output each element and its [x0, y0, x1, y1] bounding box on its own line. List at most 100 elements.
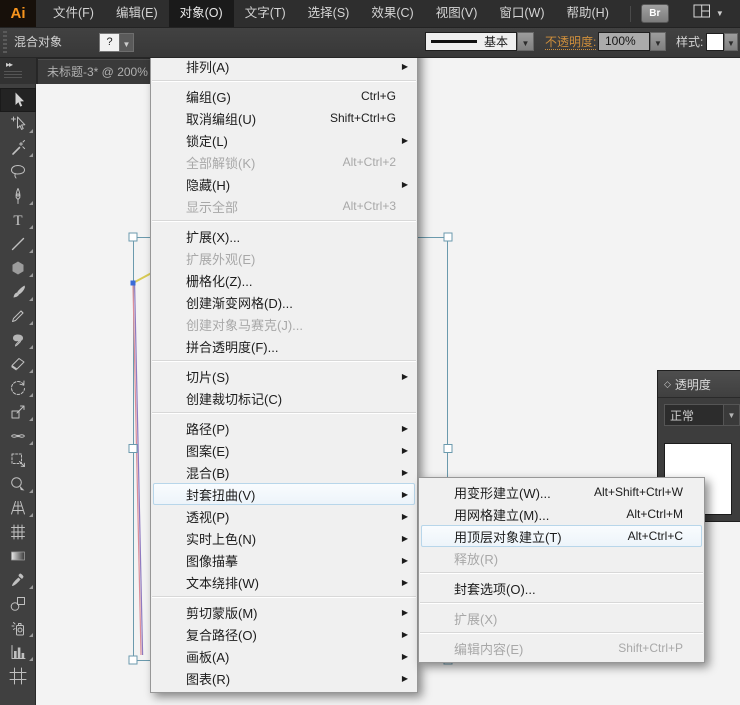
object-menu-item[interactable]: 切片(S)▶: [153, 365, 415, 387]
shape-builder-tool[interactable]: [0, 472, 36, 496]
variable-width-profile-value[interactable]: ?: [99, 33, 120, 52]
object-menu-item[interactable]: 画板(A)▶: [153, 645, 415, 667]
gradient-tool[interactable]: [0, 544, 36, 568]
object-menu-item[interactable]: 剪切蒙版(M)▶: [153, 601, 415, 623]
object-menu-item[interactable]: 隐藏(H)▶: [153, 173, 415, 195]
object-menu-item[interactable]: 实时上色(N)▶: [153, 527, 415, 549]
line-segment-tool[interactable]: [0, 232, 36, 256]
scale-tool[interactable]: [0, 400, 36, 424]
paintbrush-tool[interactable]: [0, 280, 36, 304]
object-menu-item[interactable]: 图像描摹▶: [153, 549, 415, 571]
toolbar-header: ▸▸: [0, 57, 37, 84]
chevron-down-icon: ▼: [123, 40, 131, 49]
perspective-grid-tool[interactable]: [0, 496, 36, 520]
shape-tool[interactable]: [0, 256, 36, 280]
blend-mode-dropdown-button[interactable]: ▼: [723, 405, 739, 425]
menubar-item[interactable]: 视图(V): [425, 0, 489, 27]
blob-brush-tool[interactable]: [0, 328, 36, 352]
object-menu-item[interactable]: 扩展(X)...: [153, 225, 415, 247]
object-menu-items: 变换(T)▶排列(A)▶编组(G)Ctrl+G取消编组(U)Shift+Ctrl…: [151, 33, 417, 689]
flyout-indicator: [29, 153, 33, 157]
style-dropdown-button[interactable]: ▼: [724, 33, 738, 51]
bridge-button[interactable]: Br: [641, 4, 669, 23]
document-tab[interactable]: 未标题-3* @ 200%: [38, 59, 150, 84]
menu-item-label: 混合(B): [186, 463, 229, 482]
column-graph-tool[interactable]: [0, 640, 36, 664]
direct-selection-icon: [8, 114, 28, 134]
rotate-tool[interactable]: [0, 376, 36, 400]
lasso-tool[interactable]: [0, 160, 36, 184]
symbol-sprayer-tool[interactable]: [0, 616, 36, 640]
envelope-submenu-item[interactable]: 用变形建立(W)...Alt+Shift+Ctrl+W: [421, 481, 702, 503]
object-menu-item[interactable]: 排列(A)▶: [153, 55, 415, 77]
eraser-tool[interactable]: [0, 352, 36, 376]
object-menu-item[interactable]: 混合(B)▶: [153, 461, 415, 483]
illustrator-window: 未标题-3* @ 200% ▸▸ T ◇ 透明度 正常 ▼ 变换(T)▶排列(A…: [0, 0, 740, 705]
type-tool[interactable]: T: [0, 208, 36, 232]
object-menu-item[interactable]: 复合路径(O)▶: [153, 623, 415, 645]
magic-wand-tool[interactable]: [0, 136, 36, 160]
envelope-submenu-item[interactable]: 用顶层对象建立(T)Alt+Ctrl+C: [421, 525, 702, 547]
menubar-item[interactable]: 文字(T): [234, 0, 297, 27]
envelope-submenu-item[interactable]: 封套选项(O)...: [421, 577, 702, 599]
pencil-tool[interactable]: [0, 304, 36, 328]
style-swatch[interactable]: [706, 33, 724, 51]
collapse-panel-icon[interactable]: ▸▸: [6, 60, 12, 69]
opacity-dropdown-button[interactable]: ▼: [650, 32, 666, 51]
magic-wand-icon: [8, 138, 28, 158]
object-menu-item[interactable]: 封套扭曲(V)▶: [153, 483, 415, 505]
object-menu-item[interactable]: 图案(E)▶: [153, 439, 415, 461]
blend-mode-dropdown[interactable]: 正常 ▼: [664, 404, 740, 426]
pen-tool[interactable]: [0, 184, 36, 208]
mesh-tool[interactable]: [0, 520, 36, 544]
object-menu-item[interactable]: 栅格化(Z)...: [153, 269, 415, 291]
width-tool[interactable]: [0, 424, 36, 448]
eyedropper-tool[interactable]: [0, 568, 36, 592]
envelope-submenu-item[interactable]: 用网格建立(M)...Alt+Ctrl+M: [421, 503, 702, 525]
svg-text:T: T: [13, 213, 22, 229]
transparency-panel-header[interactable]: ◇ 透明度: [658, 371, 740, 398]
direct-selection-tool[interactable]: [0, 112, 36, 136]
menubar-item[interactable]: 效果(C): [360, 0, 424, 27]
brush-definition-dropdown-button[interactable]: ▼: [517, 32, 534, 51]
blend-tool[interactable]: [0, 592, 36, 616]
menubar-item[interactable]: 编辑(E): [105, 0, 169, 27]
object-menu-item[interactable]: 创建裁切标记(C): [153, 387, 415, 409]
menu-item-label: 创建对象马赛克(J)...: [186, 315, 303, 334]
menubar-item[interactable]: 文件(F): [42, 0, 105, 27]
opacity-input[interactable]: 100%: [598, 32, 650, 51]
control-bar: 混合对象 ? ▼ 基本 ▼ 不透明度: 100% ▼ 样式: ▼: [0, 27, 740, 58]
object-menu-item[interactable]: 图表(R)▶: [153, 667, 415, 689]
blend-mode-value: 正常: [665, 407, 723, 424]
object-menu-item[interactable]: 路径(P)▶: [153, 417, 415, 439]
free-transform-tool[interactable]: [0, 448, 36, 472]
artboard-tool[interactable]: [0, 664, 36, 688]
control-bar-grip[interactable]: [3, 31, 7, 53]
menu-item-label: 取消编组(U): [186, 109, 256, 128]
scale-icon: [8, 402, 28, 422]
transparency-panel-title: 透明度: [675, 376, 711, 393]
selection-tool[interactable]: [0, 88, 36, 112]
menubar-item[interactable]: 选择(S): [297, 0, 361, 27]
object-menu-item[interactable]: 透视(P)▶: [153, 505, 415, 527]
variable-width-profile-dropdown[interactable]: ▼: [119, 33, 134, 52]
menubar-items: 文件(F)编辑(E)对象(O)文字(T)选择(S)效果(C)视图(V)窗口(W)…: [42, 0, 620, 27]
menubar-item[interactable]: 窗口(W): [488, 0, 555, 27]
object-menu-item[interactable]: 创建渐变网格(D)...: [153, 291, 415, 313]
opacity-link[interactable]: 不透明度:: [545, 27, 596, 50]
menu-item-label: 封套扭曲(V): [186, 485, 255, 504]
menubar-item[interactable]: 帮助(H): [556, 0, 620, 27]
workspace-layout-icon: [693, 4, 711, 23]
brush-definition-dropdown[interactable]: 基本: [425, 32, 517, 51]
object-menu-item[interactable]: 拼合透明度(F)...: [153, 335, 415, 357]
menu-item-label: 编组(G): [186, 87, 231, 106]
toolbar-grip[interactable]: [4, 71, 22, 80]
menu-item-label: 创建渐变网格(D)...: [186, 293, 293, 312]
object-menu-item[interactable]: 锁定(L)▶: [153, 129, 415, 151]
object-menu-item[interactable]: 文本绕排(W)▶: [153, 571, 415, 593]
object-menu-item[interactable]: 取消编组(U)Shift+Ctrl+G: [153, 107, 415, 129]
panel-collapse-icon[interactable]: ◇: [664, 379, 671, 390]
workspace-switcher[interactable]: ▼: [693, 4, 724, 23]
menubar-item[interactable]: 对象(O): [169, 0, 234, 27]
object-menu-item[interactable]: 编组(G)Ctrl+G: [153, 85, 415, 107]
